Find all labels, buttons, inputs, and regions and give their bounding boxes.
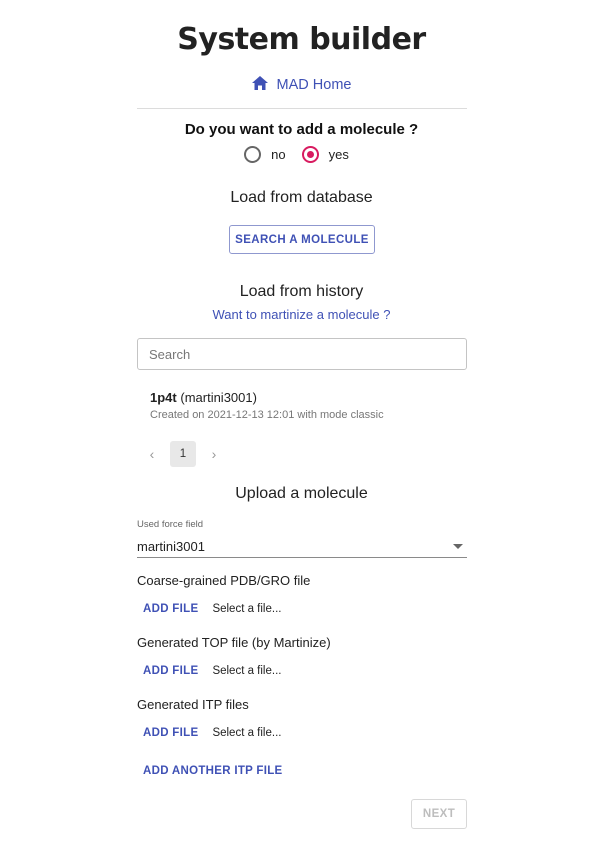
itp-file-status: Select a file... — [212, 727, 282, 739]
history-pagination: ‹ 1 › — [142, 441, 224, 467]
itp-file-row: ADD FILE Select a file... — [143, 727, 281, 739]
radio-no-label[interactable]: no — [271, 147, 285, 162]
load-from-database-title: Load from database — [230, 189, 373, 206]
forcefield-label: Used force field — [137, 519, 204, 530]
history-item-title: 1p4t (martini3001) — [150, 390, 384, 405]
page-button-1[interactable]: 1 — [170, 441, 196, 467]
chevron-right-icon[interactable]: › — [204, 446, 224, 462]
forcefield-select[interactable]: martini3001 — [137, 536, 467, 558]
radio-yes-label[interactable]: yes — [329, 147, 349, 162]
add-itp-file-button[interactable]: ADD FILE — [143, 727, 198, 739]
add-top-file-button[interactable]: ADD FILE — [143, 665, 198, 677]
forcefield-value: martini3001 — [137, 539, 205, 554]
add-molecule-radio-group: no yes — [0, 146, 595, 163]
pdb-gro-file-row: ADD FILE Select a file... — [143, 603, 281, 615]
history-item-forcefield: (martini3001) — [180, 390, 257, 405]
chevron-left-icon[interactable]: ‹ — [142, 446, 162, 462]
history-search-input[interactable]: Search — [137, 338, 467, 370]
history-list-item[interactable]: 1p4t (martini3001) Created on 2021-12-13… — [150, 390, 384, 421]
home-icon — [251, 76, 268, 94]
top-file-label: Generated TOP file (by Martinize) — [137, 635, 331, 650]
upload-molecule-title: Upload a molecule — [235, 485, 368, 502]
radio-yes[interactable] — [301, 146, 319, 163]
history-item-name: 1p4t — [150, 390, 177, 405]
add-molecule-question: Do you want to add a molecule ? — [184, 121, 419, 138]
pdb-gro-file-status: Select a file... — [212, 603, 282, 615]
itp-files-label: Generated ITP files — [137, 697, 249, 712]
add-another-itp-file-button[interactable]: ADD ANOTHER ITP FILE — [143, 765, 283, 777]
next-button[interactable]: NEXT — [411, 799, 467, 829]
add-pdb-gro-file-button[interactable]: ADD FILE — [143, 603, 198, 615]
load-from-history-title: Load from history — [239, 283, 364, 300]
page-title: System builder — [177, 22, 426, 57]
top-file-status: Select a file... — [212, 665, 282, 677]
chevron-down-icon — [453, 544, 463, 549]
pdb-gro-file-label: Coarse-grained PDB/GRO file — [137, 573, 311, 588]
mad-home-link[interactable]: MAD Home — [0, 76, 595, 94]
search-molecule-button[interactable]: SEARCH A MOLECULE — [229, 225, 375, 254]
header-divider — [137, 108, 467, 109]
top-file-row: ADD FILE Select a file... — [143, 665, 281, 677]
history-item-subtitle: Created on 2021-12-13 12:01 with mode cl… — [150, 409, 384, 421]
home-link-label: MAD Home — [276, 77, 352, 93]
radio-no[interactable] — [244, 146, 262, 163]
search-placeholder: Search — [149, 346, 191, 362]
martinize-link[interactable]: Want to martinize a molecule ? — [0, 307, 595, 322]
